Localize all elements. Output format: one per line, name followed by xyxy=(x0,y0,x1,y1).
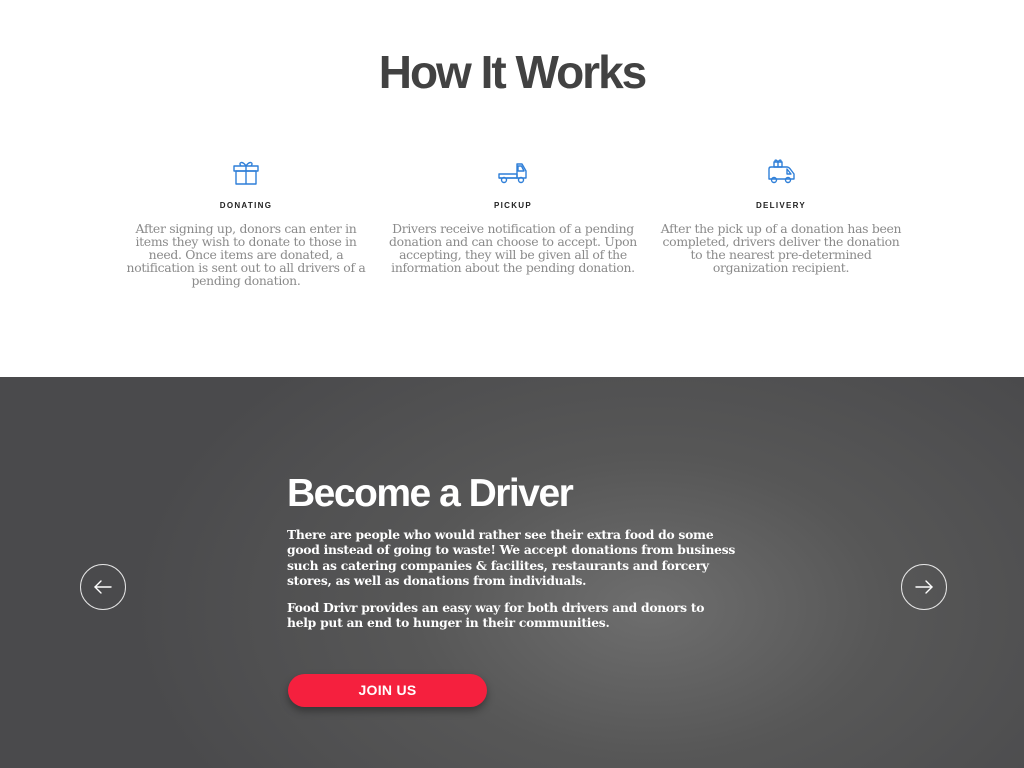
step-description: After signing up, donors can enter in it… xyxy=(126,221,366,288)
step-description: After the pick up of a donation has been… xyxy=(660,221,902,275)
arrow-right-icon xyxy=(915,580,933,594)
join-us-button[interactable]: JOIN US xyxy=(288,674,487,707)
step-delivery: DELIVERY After the pick up of a donation… xyxy=(656,156,906,274)
step-description: Drivers receive notification of a pendin… xyxy=(389,221,637,275)
gift-box-icon xyxy=(230,156,262,188)
next-slide-button[interactable] xyxy=(901,564,947,610)
driver-title: Become a Driver xyxy=(287,472,574,515)
driver-description: There are people who would rather see th… xyxy=(287,527,736,588)
step-donating: DONATING After signing up, donors can en… xyxy=(121,156,371,287)
step-title: PICKUP xyxy=(493,201,533,210)
previous-slide-button[interactable] xyxy=(80,564,126,610)
step-title: DONATING xyxy=(219,201,273,210)
delivery-van-gift-icon xyxy=(765,156,797,188)
become-driver-section: Become a Driver There are people who wou… xyxy=(0,377,1024,768)
arrow-left-icon xyxy=(94,580,112,594)
step-title: DELIVERY xyxy=(755,201,807,210)
how-it-works-section: How It Works DONATING After signing up, … xyxy=(0,0,1024,377)
section-title: How It Works xyxy=(378,46,648,98)
truck-icon xyxy=(497,156,529,188)
step-pickup: PICKUP Drivers receive notification of a… xyxy=(388,156,638,274)
driver-description-secondary: Food Drivr provides an easy way for both… xyxy=(287,600,705,631)
